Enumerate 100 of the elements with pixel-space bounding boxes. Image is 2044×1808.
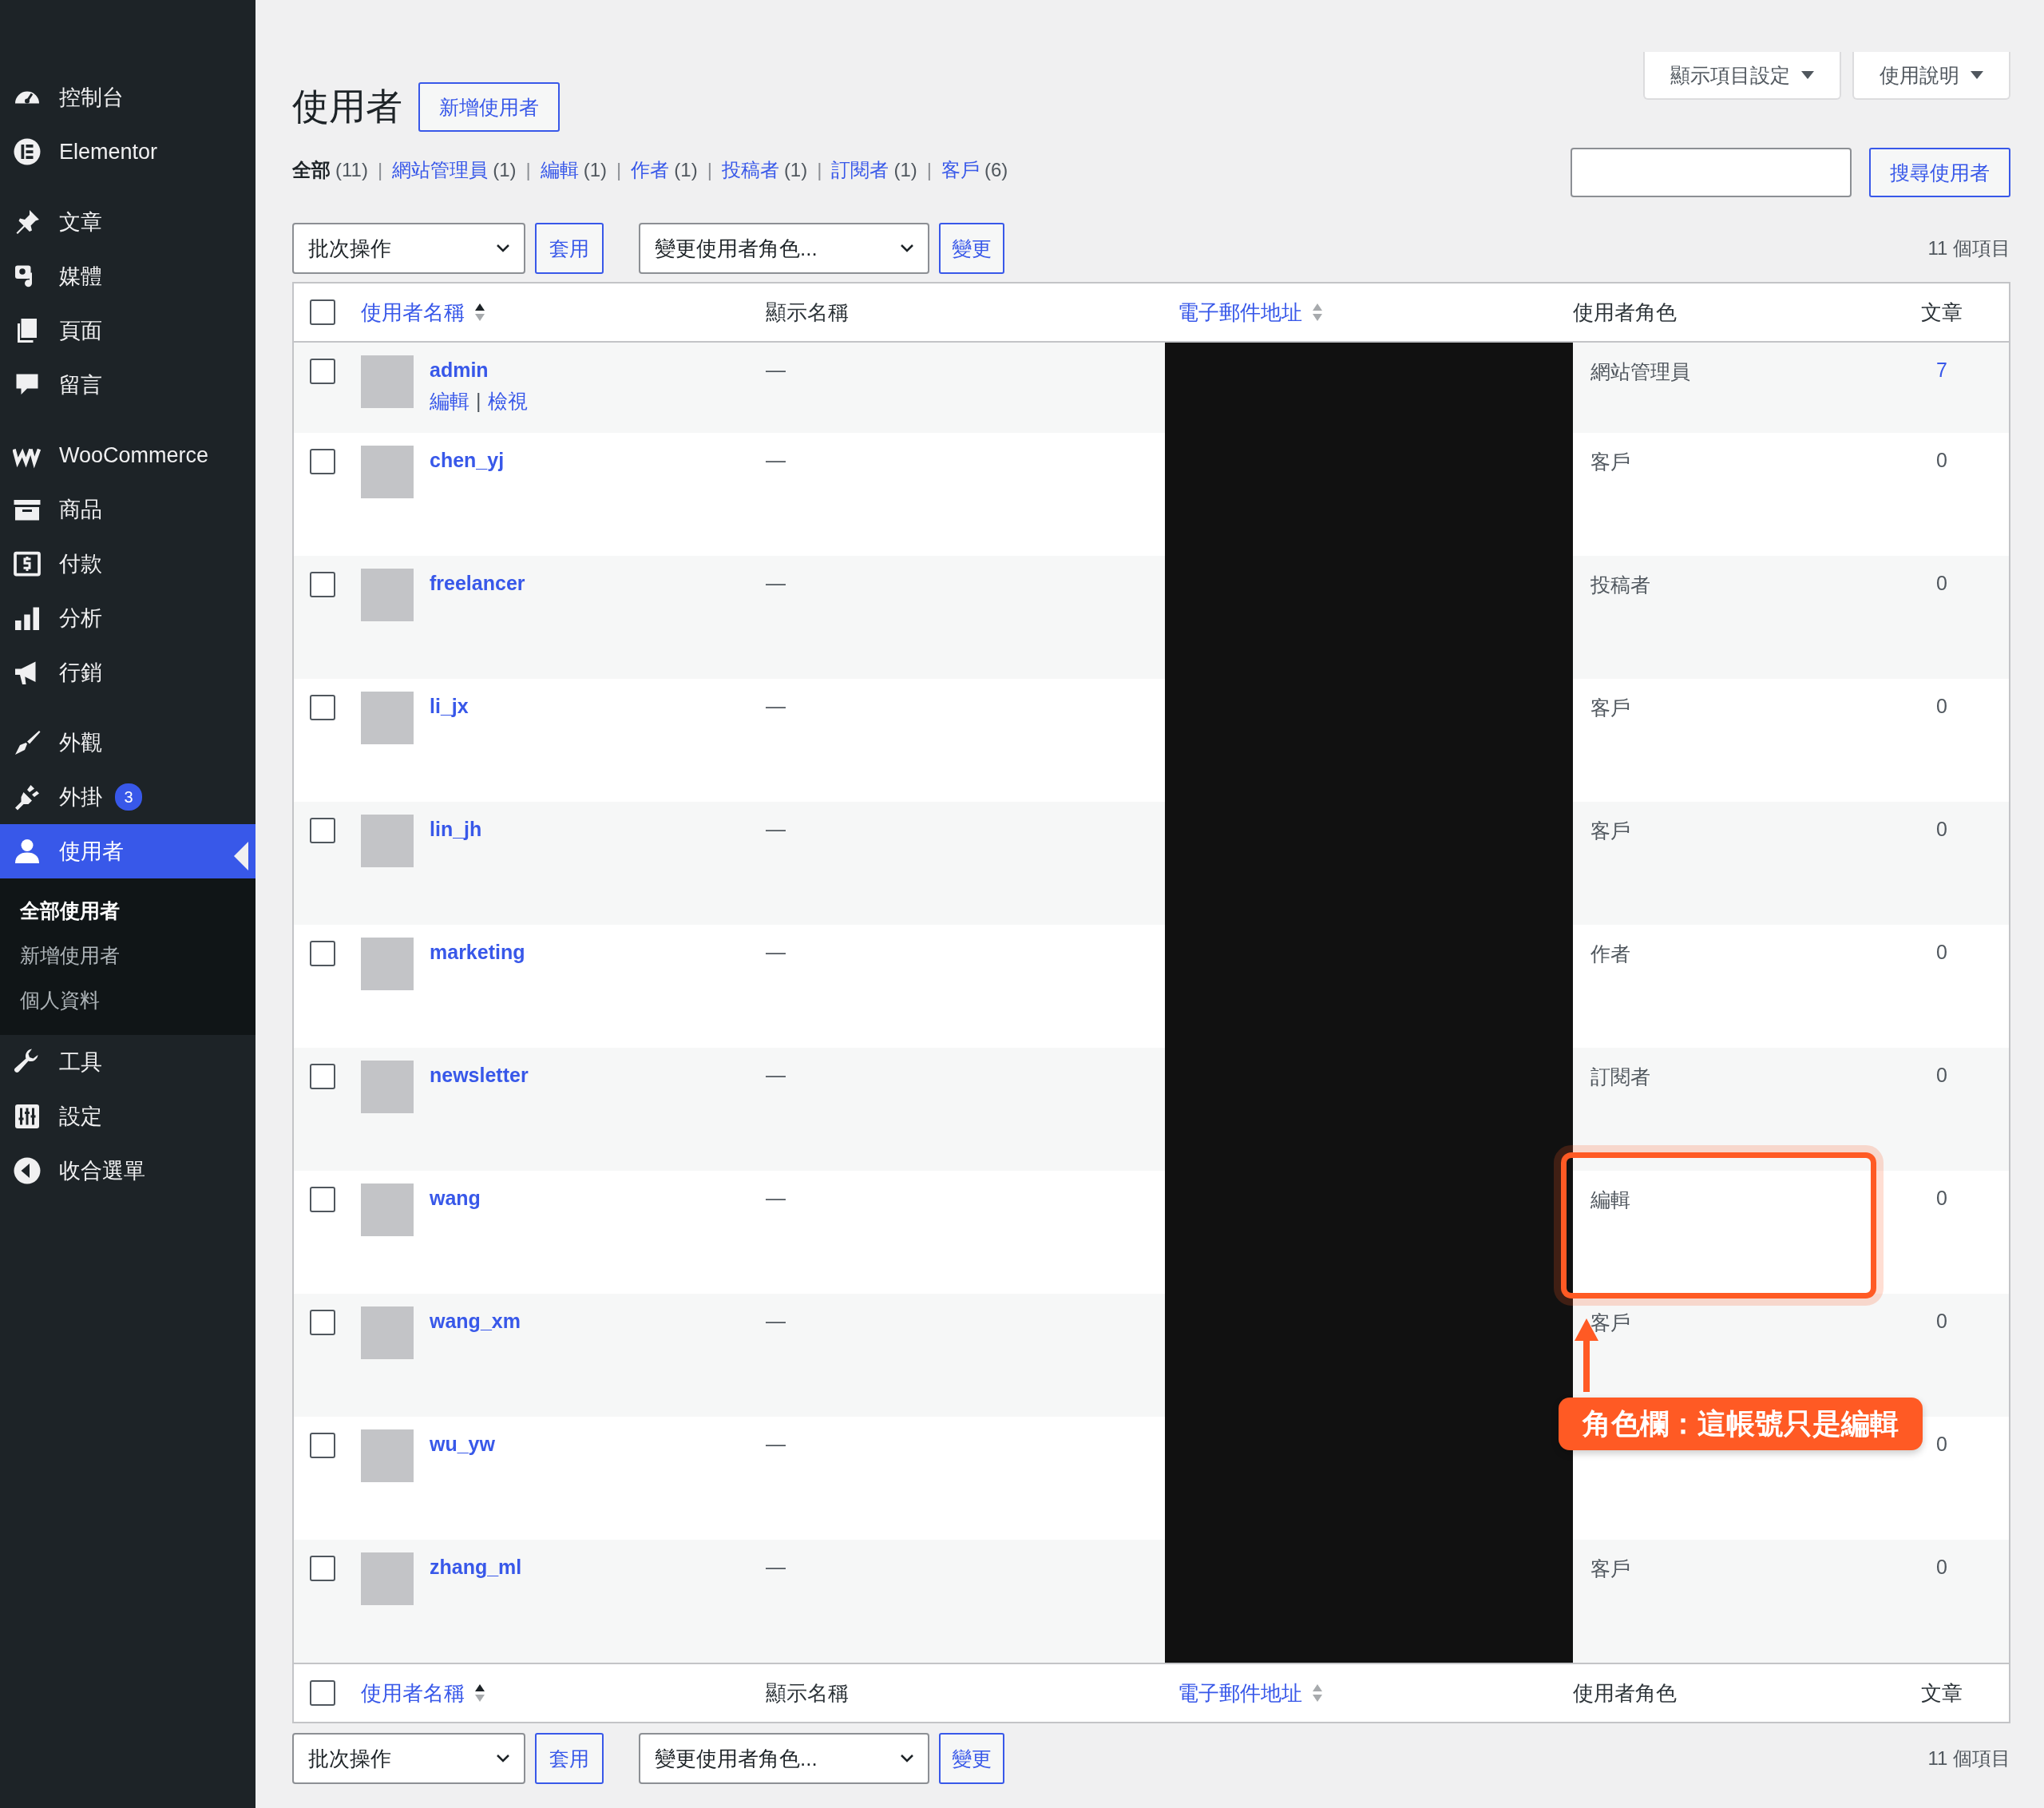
role-filter-link[interactable]: 訂閱者: [831, 157, 889, 183]
username-link[interactable]: lin_jh: [430, 818, 482, 841]
username-link[interactable]: zhang_ml: [430, 1556, 522, 1579]
username-link[interactable]: chen_yj: [430, 449, 505, 472]
username-link[interactable]: freelancer: [430, 572, 525, 595]
screen-options-tab[interactable]: 顯示項目設定: [1643, 52, 1841, 100]
avatar-placeholder: [361, 1184, 414, 1236]
submenu-item[interactable]: 新增使用者: [0, 933, 256, 977]
screen-options-tab[interactable]: 使用說明: [1852, 52, 2010, 100]
bulk-action-dropdown[interactable]: 批次操作: [292, 223, 525, 274]
role-filter-link[interactable]: 客戶: [941, 157, 980, 183]
row-checkbox[interactable]: [310, 1310, 335, 1335]
sidebar-item[interactable]: 文章: [0, 195, 256, 249]
chevron-down-icon: [901, 244, 913, 252]
submenu-item[interactable]: 全部使用者: [0, 888, 256, 933]
username-link[interactable]: marketing: [430, 941, 525, 964]
search-button[interactable]: 搜尋使用者: [1869, 148, 2010, 197]
sidebar-item[interactable]: WooCommerce: [0, 428, 256, 482]
role-filter-link[interactable]: 網站管理員: [392, 157, 489, 183]
apply-button[interactable]: 套用: [535, 223, 604, 274]
select-all-checkbox[interactable]: [310, 1680, 335, 1706]
row-action-link[interactable]: 編輯: [430, 388, 469, 414]
sidebar-item[interactable]: 商品: [0, 482, 256, 537]
row-checkbox[interactable]: [310, 941, 335, 966]
username-link[interactable]: wang: [430, 1187, 481, 1210]
row-checkbox[interactable]: [310, 1187, 335, 1212]
sidebar-item[interactable]: 留言: [0, 358, 256, 412]
callout-label: 角色欄：這帳號只是編輯: [1559, 1398, 1923, 1450]
display-name: —: [766, 818, 786, 840]
role-filter-link[interactable]: 投稿者: [721, 157, 779, 183]
sidebar-item[interactable]: 工具: [0, 1035, 256, 1089]
filter-count: (1): [783, 159, 808, 181]
role-filter-link[interactable]: 編輯: [540, 157, 579, 183]
search-field[interactable]: [1571, 148, 1852, 197]
user-role: 客戶: [1590, 1311, 1630, 1334]
username-link[interactable]: newsletter: [430, 1064, 529, 1087]
column-header: 文章: [1921, 1679, 1963, 1707]
submenu-item[interactable]: 個人資料: [0, 977, 256, 1022]
role-filter-link[interactable]: 全部: [292, 157, 331, 183]
column-header[interactable]: 電子郵件地址: [1178, 1679, 1302, 1707]
row-checkbox[interactable]: [310, 572, 335, 597]
sidebar-item[interactable]: Elementor: [0, 125, 256, 179]
row-checkbox[interactable]: [310, 449, 335, 474]
column-header[interactable]: 電子郵件地址: [1178, 298, 1302, 327]
add-user-button[interactable]: 新增使用者: [418, 82, 560, 132]
sidebar-item[interactable]: 控制台: [0, 70, 256, 125]
column-header[interactable]: 使用者名稱: [361, 298, 465, 327]
avatar-placeholder: [361, 569, 414, 621]
row-checkbox[interactable]: [310, 695, 335, 720]
row-checkbox[interactable]: [310, 818, 335, 843]
chevron-down-icon: [901, 1754, 913, 1762]
row-checkbox[interactable]: [310, 359, 335, 384]
post-count[interactable]: 7: [1936, 359, 1947, 381]
separator: |: [476, 390, 481, 413]
role-filter-link[interactable]: 作者: [631, 157, 670, 183]
sidebar-item[interactable]: 媒體: [0, 249, 256, 303]
separator: |: [377, 159, 383, 181]
apply-button[interactable]: 套用: [535, 1733, 604, 1784]
sliders-icon: [13, 1102, 42, 1131]
sidebar-item[interactable]: 分析: [0, 591, 256, 645]
sidebar-item[interactable]: 外掛 3: [0, 770, 256, 824]
row-checkbox[interactable]: [310, 1064, 335, 1089]
role-dropdown[interactable]: 變更使用者角色...: [639, 223, 929, 274]
separator: |: [525, 159, 531, 181]
select-all-checkbox[interactable]: [310, 299, 335, 325]
change-button[interactable]: 變更: [939, 223, 1004, 274]
filter-count: (11): [335, 159, 368, 181]
sidebar-item[interactable]: 設定: [0, 1089, 256, 1144]
sidebar-item[interactable]: 使用者: [0, 824, 256, 878]
separator: |: [926, 159, 933, 181]
avatar-placeholder: [361, 1306, 414, 1359]
row-action-link[interactable]: 檢視: [487, 388, 528, 414]
sidebar-item[interactable]: 付款: [0, 537, 256, 591]
user-role: 客戶: [1590, 819, 1630, 842]
row-checkbox[interactable]: [310, 1556, 335, 1581]
username-link[interactable]: li_jx: [430, 695, 469, 718]
change-button[interactable]: 變更: [939, 1733, 1004, 1784]
chevron-down-icon: [497, 244, 509, 252]
display-name: —: [766, 1556, 786, 1578]
display-name: —: [766, 941, 786, 963]
sidebar-item[interactable]: 收合選單: [0, 1144, 256, 1198]
user-role: 客戶: [1590, 1557, 1630, 1580]
row-checkbox[interactable]: [310, 1433, 335, 1458]
sidebar-item[interactable]: 頁面: [0, 303, 256, 358]
username-link[interactable]: admin: [430, 359, 528, 382]
username-link[interactable]: wu_yw: [430, 1433, 495, 1456]
item-count: 11 個項目: [1927, 1747, 2010, 1770]
avatar-placeholder: [361, 815, 414, 867]
avatar-placeholder: [361, 1552, 414, 1605]
bulk-action-dropdown[interactable]: 批次操作: [292, 1733, 525, 1784]
column-header[interactable]: 使用者名稱: [361, 1679, 465, 1707]
display-name: —: [766, 1433, 786, 1455]
user-role: 訂閱者: [1590, 1065, 1650, 1088]
sidebar-item[interactable]: 外觀: [0, 716, 256, 770]
display-name: —: [766, 1310, 786, 1332]
username-link[interactable]: wang_xm: [430, 1310, 521, 1333]
sidebar-item[interactable]: 行銷: [0, 645, 256, 700]
separator: |: [616, 159, 622, 181]
role-dropdown[interactable]: 變更使用者角色...: [639, 1733, 929, 1784]
display-name: —: [766, 572, 786, 594]
